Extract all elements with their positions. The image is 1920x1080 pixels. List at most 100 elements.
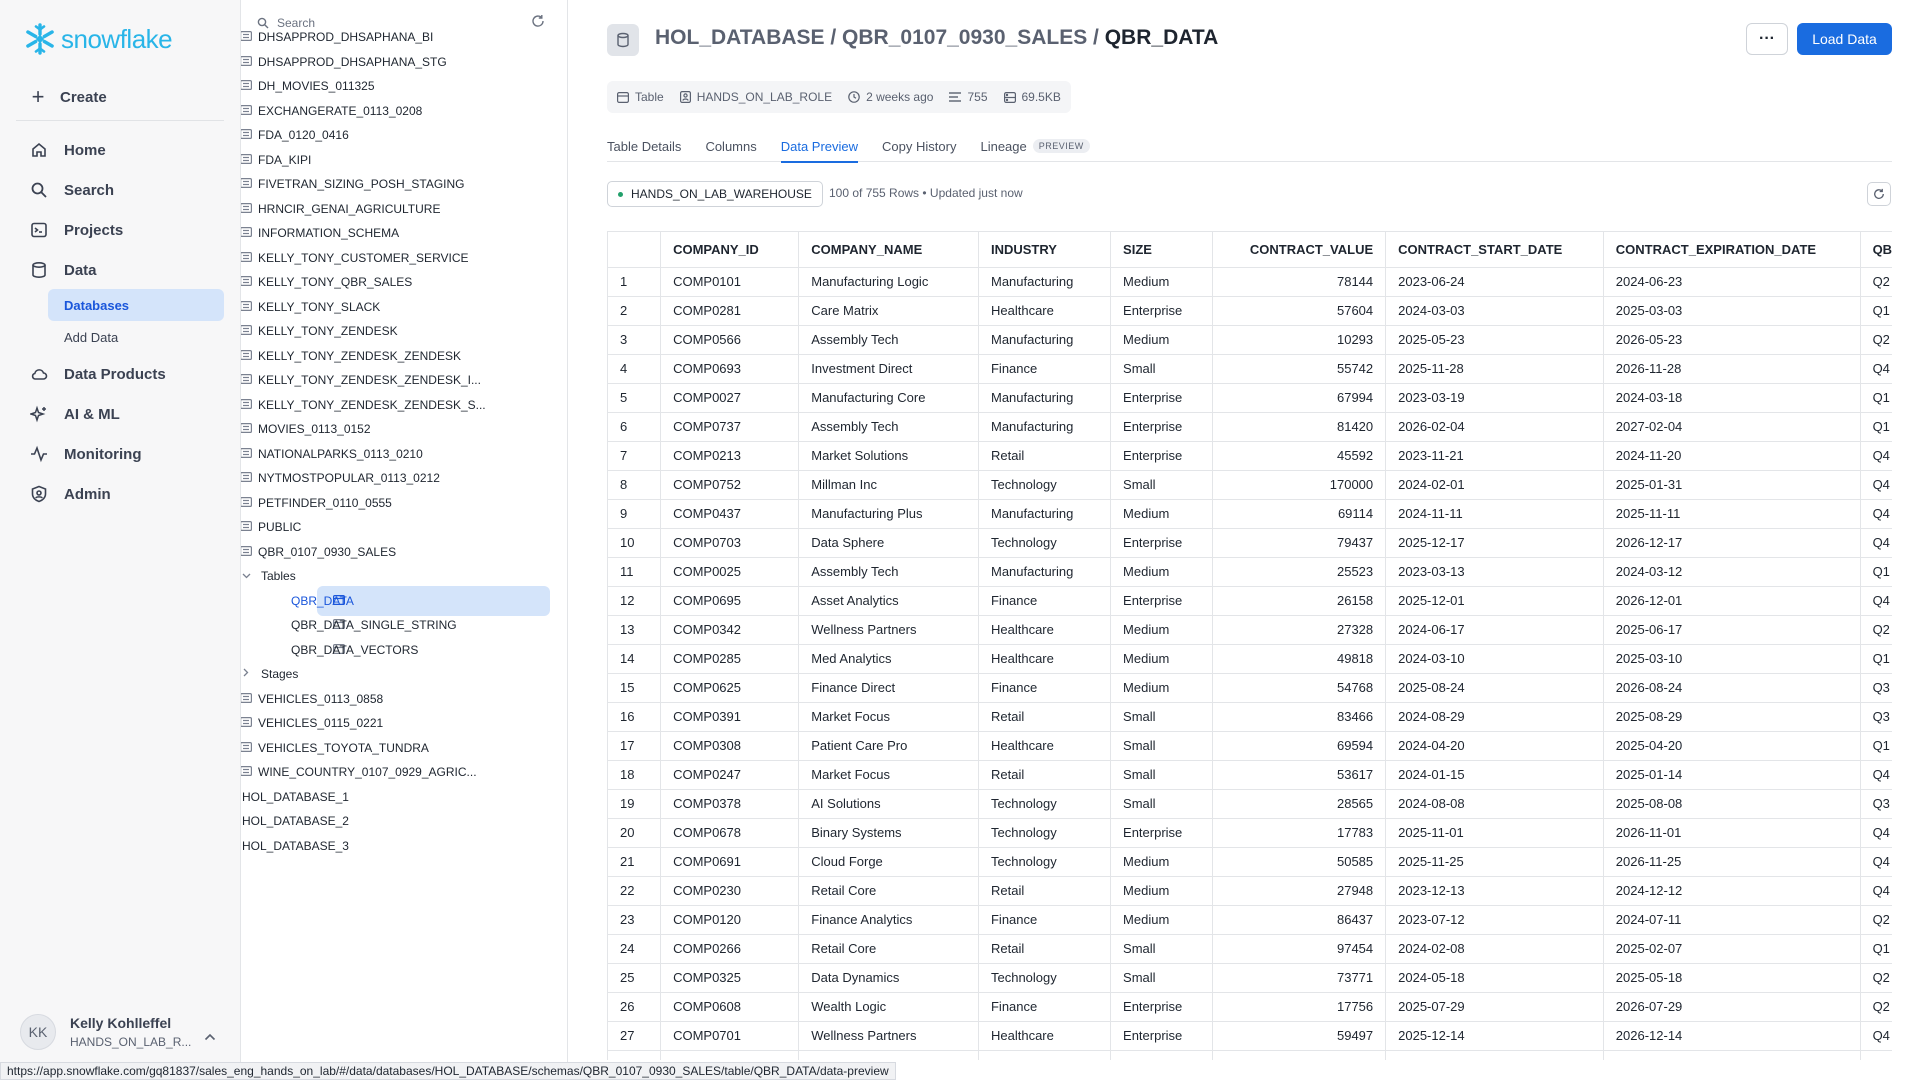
user-name: Kelly Kohlleffel: [70, 1015, 172, 1031]
nav-item-data-products[interactable]: Data Products: [30, 362, 166, 386]
refresh-icon[interactable]: [1867, 182, 1891, 206]
nav-item-admin[interactable]: Admin: [30, 482, 111, 506]
table-row[interactable]: 4 COMP0693 Investment Direct Finance Small 55…: [608, 354, 1892, 384]
table-row[interactable]: 14 COMP0285 Med Analytics Healthcare Medium 4…: [608, 644, 1892, 674]
tree-item[interactable]: HOL_DATABASE_3: [241, 831, 567, 861]
table-row[interactable]: 21 COMP0691 Cloud Forge Technology Medium 505…: [608, 847, 1892, 877]
nav-item-projects[interactable]: Projects: [30, 218, 123, 242]
nav-item-monitoring[interactable]: Monitoring: [30, 442, 141, 466]
tab-table-details[interactable]: Table Details: [607, 130, 681, 162]
breadcrumb-path[interactable]: HOL_DATABASE / QBR_0107_0930_SALES /: [655, 26, 1105, 49]
table-row[interactable]: 26 COMP0608 Wealth Logic Finance Enterprise 1…: [608, 992, 1892, 1022]
tab-bar: Table Details Columns Data Preview Copy …: [607, 130, 1892, 163]
row-index: 6: [608, 412, 662, 442]
table-cell: Medium: [1110, 905, 1213, 935]
table-icon: [617, 91, 629, 103]
table-row[interactable]: 16 COMP0391 Market Focus Retail Small 83466 20…: [608, 702, 1892, 732]
table-cell: Wellness Partners: [798, 615, 979, 645]
table-row[interactable]: 17 COMP0308 Patient Care Pro Healthcare Smal…: [608, 731, 1892, 761]
table-row[interactable]: 9 COMP0437 Manufacturing Plus Manufacturing…: [608, 499, 1892, 529]
row-index: 21: [608, 847, 662, 877]
table-row[interactable]: 11 COMP0025 Assembly Tech Manufacturing Medi…: [608, 557, 1892, 587]
table-row[interactable]: 18 COMP0247 Market Focus Retail Small 53617 20…: [608, 760, 1892, 790]
table-row[interactable]: 20 COMP0678 Binary Systems Technology Enterp…: [608, 818, 1892, 848]
more-actions-button[interactable]: ···: [1746, 23, 1788, 55]
chevron-down-icon[interactable]: [241, 571, 253, 582]
table-cell: Medium: [1110, 876, 1213, 906]
column-header[interactable]: CONTRACT_VALUE: [1212, 232, 1387, 268]
schema-icon: [241, 128, 252, 142]
nav-item-ai-ml[interactable]: AI & ML: [30, 402, 120, 426]
table-row[interactable]: 3 COMP0566 Assembly Tech Manufacturing Mediu…: [608, 325, 1892, 355]
table-row[interactable]: 12 COMP0695 Asset Analytics Finance Enterpri…: [608, 586, 1892, 616]
rows-icon: [949, 92, 962, 102]
nav-sub-label: Add Data: [64, 329, 119, 345]
table-row[interactable]: 27 COMP0701 Wellness Partners Healthcare Ent…: [608, 1021, 1892, 1051]
table-cell: 83466: [1212, 702, 1387, 732]
column-header[interactable]: QBR: [1860, 232, 1892, 268]
table-cell: 2024-03-18: [1603, 383, 1861, 413]
table-cell: Retail Core: [798, 876, 979, 906]
column-header[interactable]: COMPANY_ID: [660, 232, 800, 268]
table-row[interactable]: 5 COMP0027 Manufacturing Core Manufacturing…: [608, 383, 1892, 413]
user-menu[interactable]: KK Kelly Kohlleffel HANDS_ON_LAB_R...: [20, 1014, 191, 1050]
data-preview-grid[interactable]: COMPANY_ID COMPANY_NAME INDUSTRY SIZE CONTRA…: [607, 231, 1892, 1060]
table-cell: Wealth Logic: [798, 992, 979, 1022]
column-header[interactable]: SIZE: [1110, 232, 1213, 268]
table-row[interactable]: 13 COMP0342 Wellness Partners Healthcare Med…: [608, 615, 1892, 645]
tab-lineage[interactable]: Lineage PREVIEW: [980, 130, 1090, 162]
table-row[interactable]: 28: [608, 1050, 1892, 1060]
table-row[interactable]: 25 COMP0325 Data Dynamics Technology Small 73…: [608, 963, 1892, 993]
table-cell: Q4: [1860, 818, 1892, 848]
load-data-button[interactable]: Load Data: [1797, 23, 1892, 55]
column-header[interactable]: CONTRACT_START_DATE: [1385, 232, 1604, 268]
table-cell: 2024-08-08: [1385, 789, 1604, 819]
schema-icon: [241, 55, 252, 69]
table-cell: 97454: [1212, 934, 1387, 964]
nav-item-search[interactable]: Search: [30, 178, 114, 202]
column-header[interactable]: INDUSTRY: [978, 232, 1112, 268]
tab-columns[interactable]: Columns: [705, 130, 756, 162]
table-row[interactable]: 6 COMP0737 Assembly Tech Manufacturing Enter…: [608, 412, 1892, 442]
chevron-right-icon[interactable]: [241, 668, 253, 680]
nav-item-home[interactable]: Home: [30, 138, 106, 162]
table-cell: Technology: [978, 789, 1112, 819]
table-row[interactable]: 10 COMP0703 Data Sphere Technology Enterpris…: [608, 528, 1892, 558]
table-cell: AI Solutions: [798, 789, 979, 819]
nav-label: Admin: [64, 485, 111, 503]
row-index: 1: [608, 267, 662, 297]
warehouse-selector[interactable]: HANDS_ON_LAB_WAREHOUSE: [607, 181, 823, 207]
table-row[interactable]: 8 COMP0752 Millman Inc Technology Small 17000…: [608, 470, 1892, 500]
table-row[interactable]: 24 COMP0266 Retail Core Retail Small 97454 202…: [608, 934, 1892, 964]
table-cell: 27328: [1212, 615, 1387, 645]
nav-sub-add-data[interactable]: Add Data: [48, 321, 224, 353]
table-row[interactable]: 22 COMP0230 Retail Core Retail Medium 27948 20…: [608, 876, 1892, 906]
table-row[interactable]: 19 COMP0378 AI Solutions Technology Small 285…: [608, 789, 1892, 819]
schema-icon: [241, 373, 252, 387]
tab-data-preview[interactable]: Data Preview: [780, 130, 859, 163]
table-cell: 2026-12-14: [1603, 1021, 1861, 1051]
table-row[interactable]: 7 COMP0213 Market Solutions Retail Enterpris…: [608, 441, 1892, 471]
table-cell: Q3: [1860, 702, 1892, 732]
nav-item-data[interactable]: Data: [30, 258, 97, 282]
table-row[interactable]: 2 COMP0281 Care Matrix Healthcare Enterprise…: [608, 296, 1892, 326]
table-row[interactable]: 15 COMP0625 Finance Direct Finance Medium 547…: [608, 673, 1892, 703]
table-cell: Q2: [1860, 615, 1892, 645]
row-index: 2: [608, 296, 662, 326]
table-cell: Healthcare: [978, 731, 1112, 761]
column-header[interactable]: CONTRACT_EXPIRATION_DATE: [1603, 232, 1861, 268]
column-header[interactable]: COMPANY_NAME: [798, 232, 979, 268]
table-cell: COMP0120: [660, 905, 800, 935]
table-cell: COMP0693: [660, 354, 800, 384]
table-row[interactable]: 1 COMP0101 Manufacturing Logic Manufacturin…: [608, 267, 1892, 297]
tab-copy-history[interactable]: Copy History: [882, 130, 956, 162]
create-button[interactable]: + Create: [30, 84, 107, 110]
table-cell: Assembly Tech: [798, 557, 979, 587]
preview-badge: PREVIEW: [1032, 139, 1090, 153]
chevron-up-icon[interactable]: [204, 1028, 216, 1044]
column-header[interactable]: [608, 232, 662, 268]
snowflake-logo[interactable]: snowflake: [23, 22, 173, 56]
table-row[interactable]: 23 COMP0120 Finance Analytics Finance Medium…: [608, 905, 1892, 935]
table-cell: Manufacturing Plus: [798, 499, 979, 529]
nav-sub-databases[interactable]: Databases: [48, 289, 224, 321]
